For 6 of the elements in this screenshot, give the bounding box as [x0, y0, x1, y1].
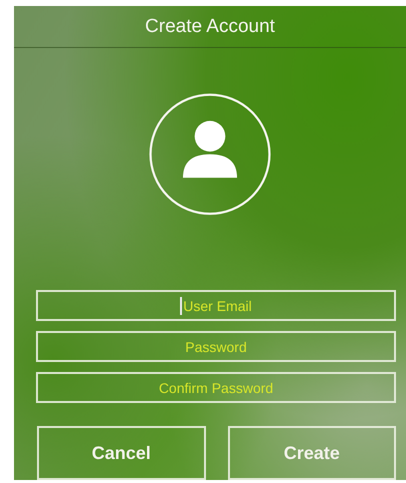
input-field[interactable]: Confirm Password [36, 372, 396, 403]
create-button[interactable]: Create [228, 426, 396, 480]
cancel-button[interactable]: Cancel [37, 426, 206, 480]
input-field[interactable]: User Email [36, 290, 396, 321]
input-field[interactable]: Password [36, 331, 396, 362]
window-title: Create Account [145, 16, 275, 38]
